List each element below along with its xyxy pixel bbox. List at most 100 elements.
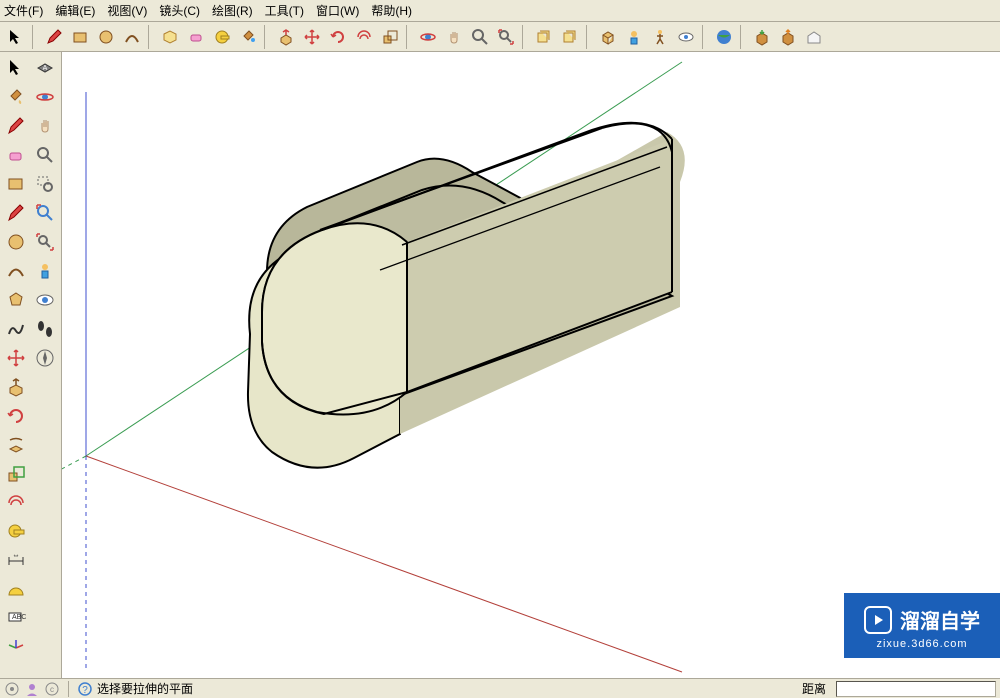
look-around-icon[interactable] [31,286,59,314]
zoom-icon[interactable] [31,141,59,169]
protractor-icon[interactable] [2,576,30,604]
measurement-input[interactable] [836,681,996,697]
menu-window[interactable]: 窗口(W) [316,2,359,19]
followme-icon[interactable] [2,431,30,459]
text-label-icon[interactable]: ABC [2,605,30,633]
iso-view-icon[interactable] [596,25,620,49]
menu-tools[interactable]: 工具(T) [265,2,304,19]
axes-icon[interactable] [2,634,30,662]
svg-text:?: ? [82,685,88,696]
move-icon[interactable] [300,25,324,49]
component-icon[interactable] [158,25,182,49]
menu-draw[interactable]: 绘图(R) [212,2,253,19]
look-around-icon[interactable] [674,25,698,49]
tape-icon[interactable] [2,518,30,546]
zoom-extents-icon[interactable] [494,25,518,49]
watermark-logo-icon [864,606,892,634]
rectangle-icon[interactable] [68,25,92,49]
menu-edit[interactable]: 编辑(E) [55,2,95,19]
svg-text:c: c [50,685,54,694]
status-user-icon[interactable] [24,681,40,697]
orbit-icon[interactable] [416,25,440,49]
get-models-icon[interactable] [750,25,774,49]
status-bar: c ? 选择要拉伸的平面 距离 [0,678,1000,698]
separator [264,25,270,49]
zoom-window-icon[interactable] [31,170,59,198]
main-area: ** ABC A [0,52,1000,678]
viewport-3d[interactable]: 溜溜自学 zixue.3d66.com [62,52,1000,678]
left-toolbar: ** ABC A [0,52,62,678]
pencil-red-icon[interactable] [2,112,30,140]
menu-view[interactable]: 视图(V) [107,2,147,19]
paintbucket-icon[interactable] [236,25,260,49]
menu-bar: 文件(F) 编辑(E) 视图(V) 镜头(C) 绘图(R) 工具(T) 窗口(W… [0,0,1000,22]
watermark-subtitle: zixue.3d66.com [876,638,967,650]
pan-icon[interactable] [31,112,59,140]
rectangle-fill-icon[interactable] [2,170,30,198]
status-geolocation-icon[interactable] [4,681,20,697]
top-toolbar [0,22,1000,52]
prev-view-icon[interactable] [532,25,556,49]
section-icon[interactable]: A [31,54,59,82]
status-hint-text: 选择要拉伸的平面 [97,680,798,697]
footprints-icon[interactable] [31,315,59,343]
pushpull-icon[interactable] [274,25,298,49]
watermark-title: 溜溜自学 [900,605,980,634]
compass-icon[interactable] [31,344,59,372]
orbit-icon[interactable] [31,83,59,111]
zoom-prev-icon[interactable] [31,199,59,227]
status-credits-icon[interactable]: c [44,681,60,697]
svg-text:A: A [43,65,48,72]
status-help-icon[interactable]: ? [77,681,93,697]
separator [586,25,592,49]
scale-icon[interactable] [2,460,30,488]
zoom-icon[interactable] [468,25,492,49]
separator [68,681,69,697]
dimension-icon[interactable]: ** [2,547,30,575]
rotate-red-icon[interactable] [2,402,30,430]
separator [32,25,38,49]
separator [148,25,154,49]
tape-icon[interactable] [210,25,234,49]
line-icon[interactable] [2,199,30,227]
svg-text:**: ** [14,555,19,561]
axes-and-model [62,52,1000,678]
polygon-icon[interactable] [2,286,30,314]
position-camera-icon[interactable] [622,25,646,49]
svg-text:ABC: ABC [12,614,26,621]
walk-icon[interactable] [648,25,672,49]
menu-help[interactable]: 帮助(H) [371,2,412,19]
separator [522,25,528,49]
rotate-icon[interactable] [326,25,350,49]
select-tool-icon[interactable] [4,25,28,49]
eraser-icon[interactable] [184,25,208,49]
circle-icon[interactable] [94,25,118,49]
menu-camera[interactable]: 镜头(C) [159,2,200,19]
eraser-icon[interactable] [2,141,30,169]
freehand-icon[interactable] [2,315,30,343]
pan-icon[interactable] [442,25,466,49]
move-red-icon[interactable] [2,344,30,372]
status-distance-label: 距离 [802,680,826,697]
pencil-icon[interactable] [42,25,66,49]
offset-icon[interactable] [2,489,30,517]
offset-icon[interactable] [352,25,376,49]
separator [702,25,708,49]
separator [740,25,746,49]
select-icon[interactable] [2,54,30,82]
paintbucket-icon[interactable] [2,83,30,111]
zoom-extents2-icon[interactable] [31,228,59,256]
warehouse-icon[interactable] [802,25,826,49]
share-model-icon[interactable] [776,25,800,49]
menu-file[interactable]: 文件(F) [4,2,43,19]
separator [406,25,412,49]
google-earth-icon[interactable] [712,25,736,49]
next-view-icon[interactable] [558,25,582,49]
scale-icon[interactable] [378,25,402,49]
circle-fill-icon[interactable] [2,228,30,256]
arc-icon[interactable] [120,25,144,49]
position-camera-icon[interactable] [31,257,59,285]
pushpull-icon[interactable] [2,373,30,401]
watermark-badge: 溜溜自学 zixue.3d66.com [844,593,1000,658]
arc-icon[interactable] [2,257,30,285]
